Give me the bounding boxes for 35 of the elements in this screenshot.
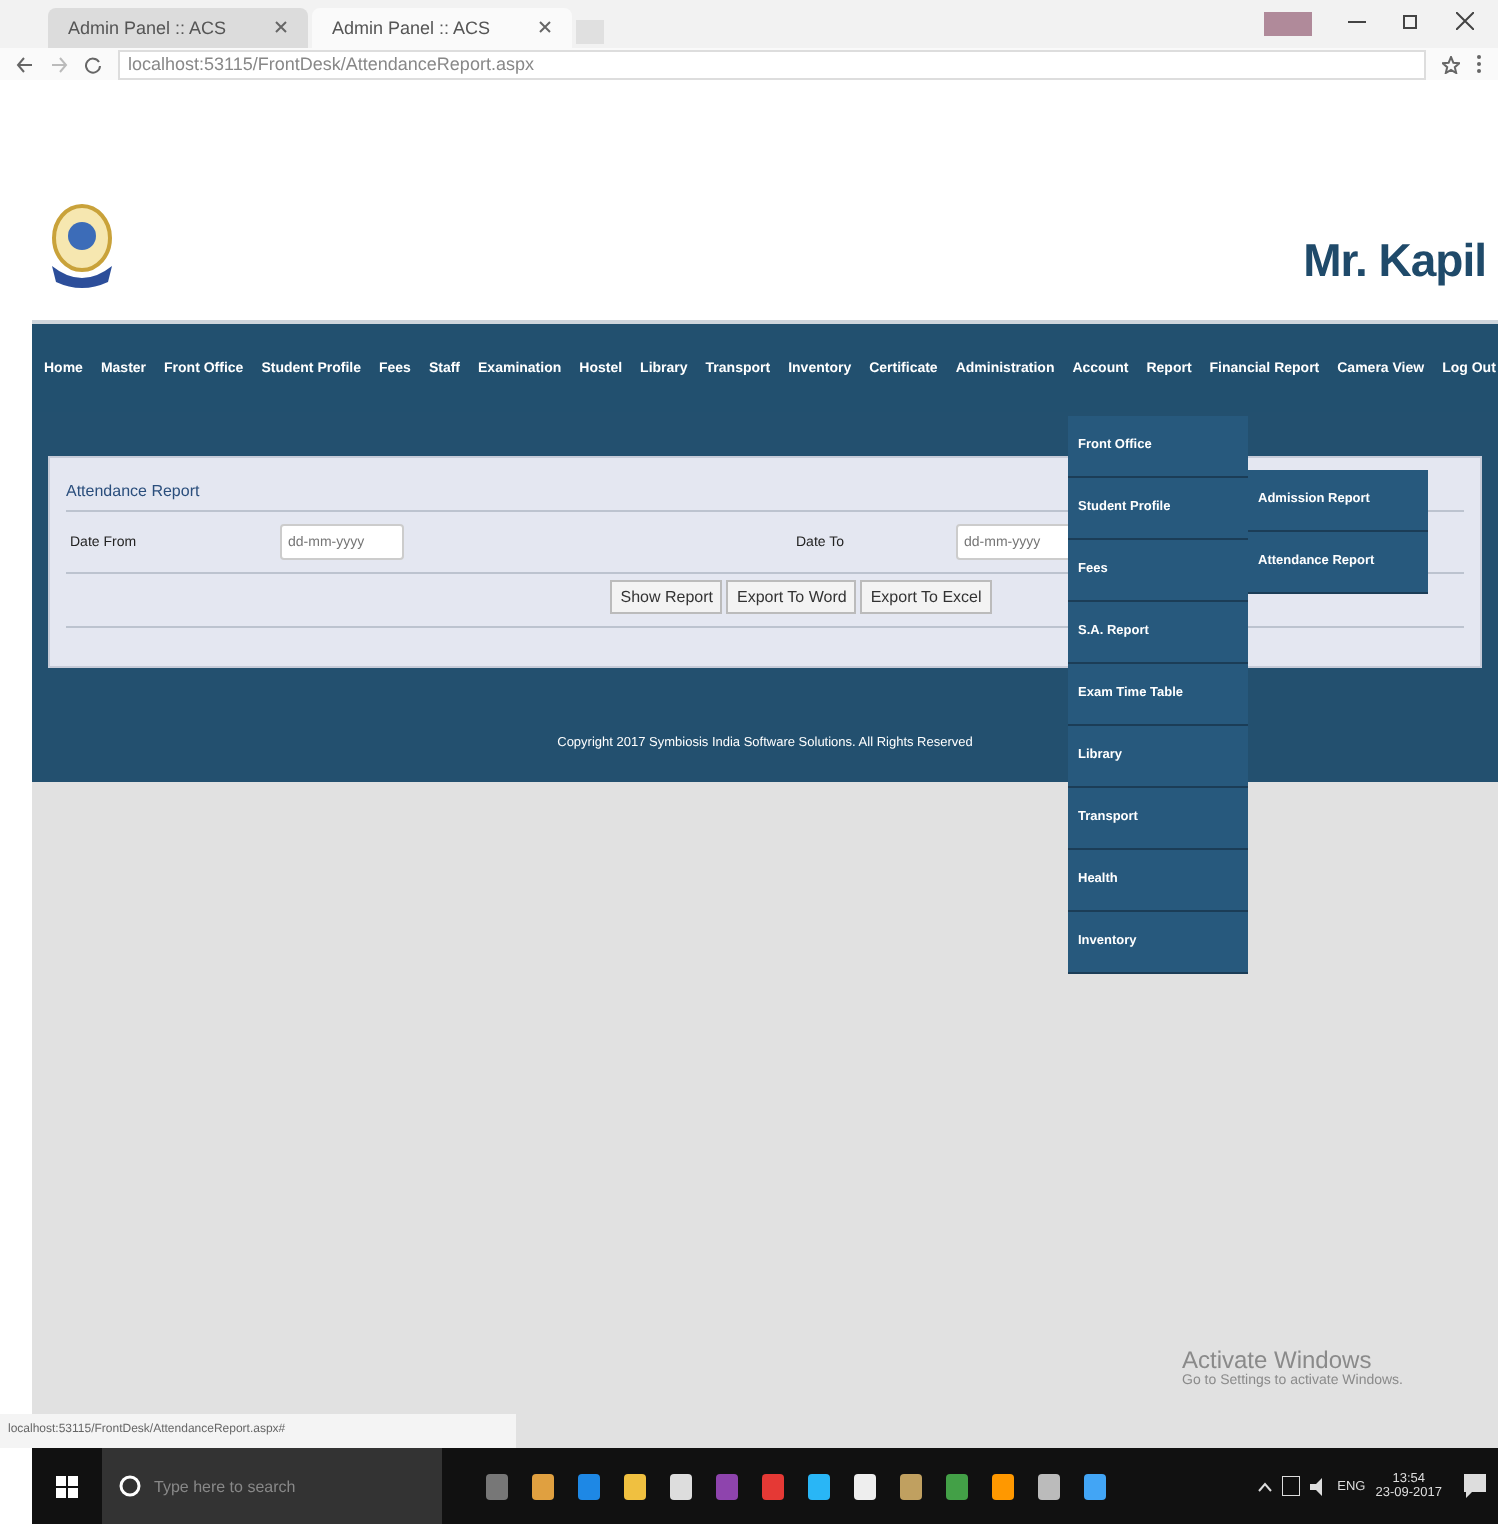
close-icon[interactable]: [274, 18, 288, 38]
app-icon[interactable]: [532, 1473, 554, 1499]
star-icon[interactable]: [1442, 55, 1460, 73]
report-button[interactable]: Export To Word: [726, 580, 857, 614]
app-icon[interactable]: [1038, 1473, 1060, 1499]
search-field[interactable]: Type here to search: [102, 1448, 442, 1524]
user-name: Mr. Kapil: [1303, 234, 1486, 288]
app-icon[interactable]: [854, 1473, 876, 1499]
windows-icon[interactable]: [56, 1475, 78, 1497]
close-icon[interactable]: [538, 18, 552, 38]
app-icon[interactable]: [624, 1473, 646, 1499]
report-button[interactable]: Show Report: [610, 580, 723, 614]
close-icon[interactable]: [1456, 12, 1474, 36]
report-button[interactable]: Export To Excel: [860, 580, 992, 614]
app-icon[interactable]: [670, 1473, 692, 1499]
panel-title: Attendance Report: [66, 482, 200, 500]
address-field[interactable]: localhost:53115/FrontDesk/AttendanceReport.aspx: [118, 49, 1426, 79]
menu-icon[interactable]: [1476, 54, 1482, 74]
tab-title: Admin Panel :: ACS: [332, 18, 493, 38]
browser-tab[interactable]: Admin Panel :: ACS: [48, 8, 308, 48]
app-icon[interactable]: [992, 1473, 1014, 1499]
browser-tab[interactable]: Admin Panel :: ACS: [312, 8, 572, 48]
reload-icon[interactable]: [84, 55, 102, 73]
notification-icon[interactable]: [1464, 1474, 1486, 1498]
search-placeholder: Type here to search: [154, 1477, 296, 1495]
back-icon[interactable]: [16, 55, 34, 73]
tab-title: Admin Panel :: ACS: [68, 18, 229, 38]
activation-title: Activate Windows: [1182, 1346, 1372, 1374]
app-icon[interactable]: [900, 1473, 922, 1499]
app-icon[interactable]: [808, 1473, 830, 1499]
cortana-icon[interactable]: [118, 1474, 142, 1498]
chevron-icon[interactable]: [1257, 1481, 1272, 1491]
app-icon[interactable]: [946, 1473, 968, 1499]
app-icon[interactable]: [1084, 1473, 1106, 1499]
speaker-icon[interactable]: [1309, 1477, 1328, 1495]
